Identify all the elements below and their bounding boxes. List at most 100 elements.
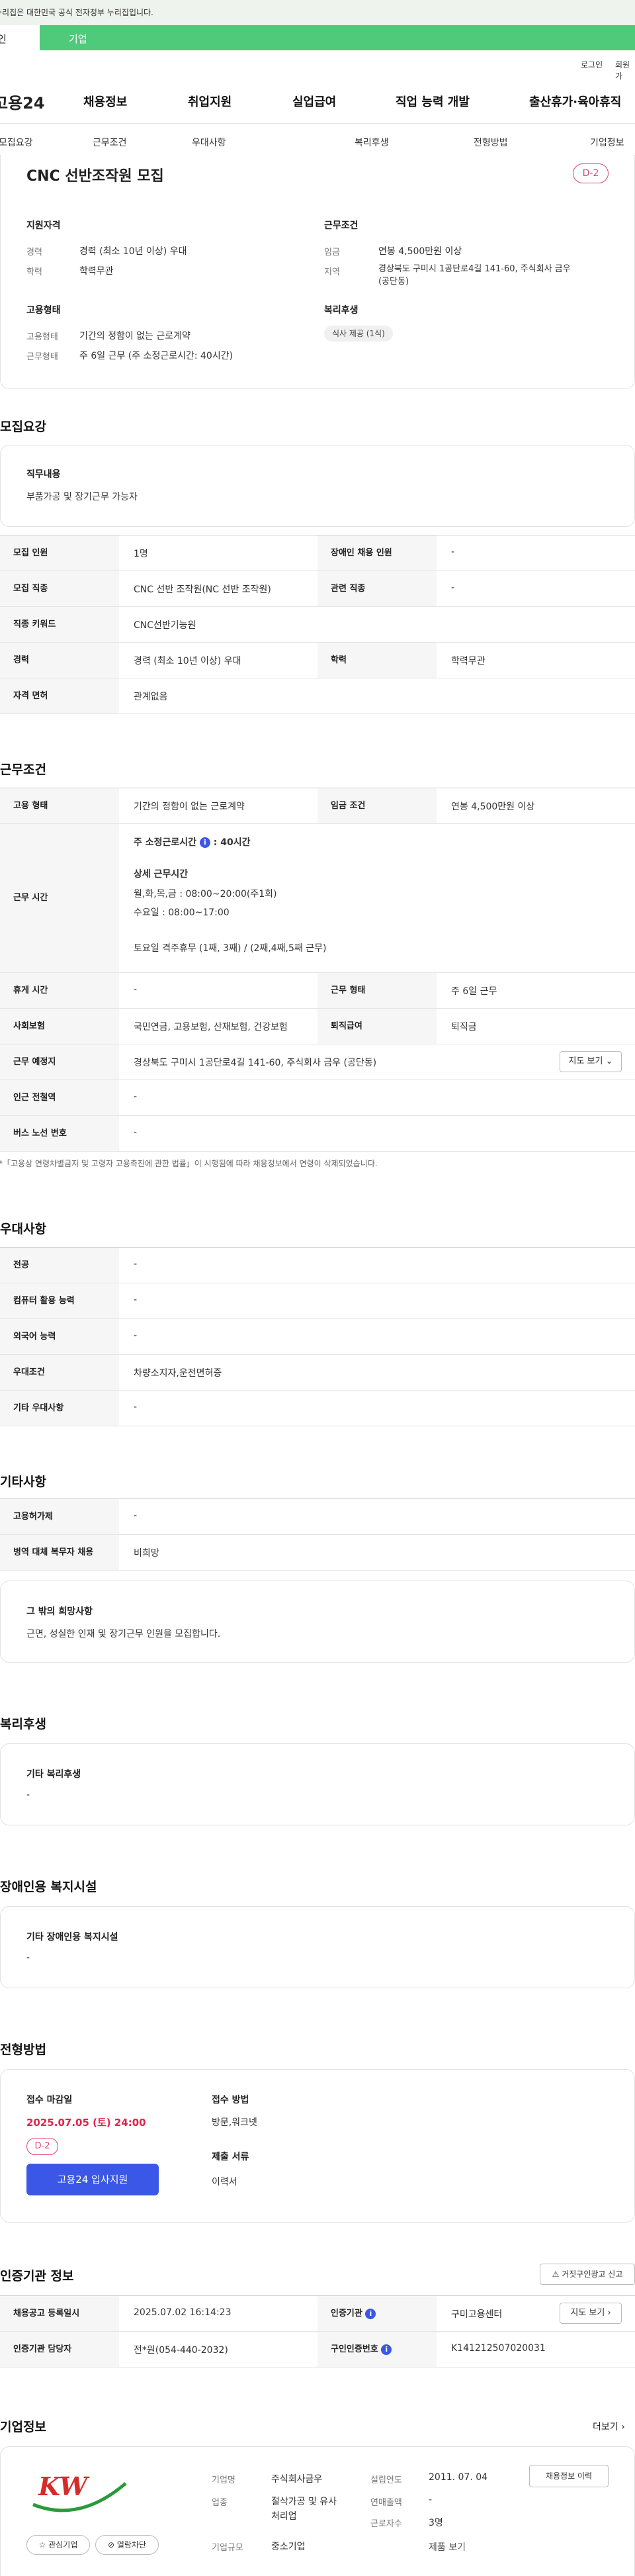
work-form-value: 주 6일 근무 (주 소정근로시간: 40시간)	[79, 351, 233, 361]
lang-label: 외국어 능력	[0, 1319, 119, 1354]
selection-dday-badge: D-2	[26, 2138, 58, 2155]
wish-heading: 그 밖의 희망사항	[26, 1606, 93, 1617]
form-value: 주 6일 근무	[451, 986, 497, 997]
gnb-parental-leave[interactable]: 출산휴가·육아휴직	[529, 93, 621, 110]
major-label: 전공	[0, 1248, 119, 1283]
method-value: 방문,워크넷	[212, 2117, 257, 2128]
products-link[interactable]: 제품 보기	[429, 2540, 466, 2553]
interest-button[interactable]: ☆ 관심기업	[26, 2535, 90, 2555]
report-button[interactable]: ⚠ 거짓구인광고 신고	[540, 2264, 635, 2285]
row-line	[0, 1151, 635, 1152]
emp-type-label: 고용형태	[26, 332, 58, 342]
keyword-label: 직종 키워드	[0, 607, 119, 642]
deadline-value: 2025.07.05 (토) 24:00	[26, 2117, 146, 2129]
welfare-heading: 복리후생	[324, 305, 359, 316]
license-value: 관계없음	[134, 692, 168, 702]
row-line	[0, 1570, 635, 1571]
tab-business[interactable]: 기업	[40, 25, 635, 50]
form-label: 근무 형태	[318, 973, 437, 1008]
gov-banner: 누리집은 대한민국 공식 전자정부 누리집입니다.	[0, 0, 635, 25]
tab-individual[interactable]: 인	[0, 25, 40, 50]
anchor-preferences[interactable]: 우대사항	[192, 136, 226, 149]
qualification-heading: 지원자격	[26, 220, 61, 231]
site-logo[interactable]: 고용24	[0, 90, 45, 113]
company-name-value: 주식회사금우	[271, 2474, 323, 2485]
facility-section-title: 장애인용 복지시설	[0, 1880, 97, 1894]
duty-card	[0, 445, 635, 527]
gnb-vocational-training[interactable]: 직업 능력 개발	[396, 93, 470, 110]
block-button[interactable]: ⊘ 열람차단	[95, 2535, 159, 2555]
company-more-link[interactable]: 더보기 ›	[593, 2420, 625, 2433]
job-label: 모집 직종	[0, 571, 119, 606]
selection-section-title: 전형방법	[0, 2043, 46, 2057]
recruit-career-value: 경력 (최소 10년 이상) 우대	[134, 656, 241, 667]
login-link[interactable]: 로그인	[581, 59, 603, 70]
industry-label: 업종	[212, 2498, 228, 2508]
welfare-section-title: 복리후생	[0, 1717, 46, 1731]
military-label: 병역 대체 복무자 채용	[0, 1535, 119, 1570]
gnb-jobs[interactable]: 채용정보	[83, 93, 127, 110]
pc-label: 컴퓨터 활용 능력	[0, 1283, 119, 1318]
insurance-value: 국민연금, 고용보험, 산재보험, 건강보험	[134, 1022, 288, 1033]
info-icon[interactable]: i	[381, 2344, 392, 2355]
job-value: CNC 선반 조작원(NC 선반 조작원)	[134, 584, 271, 595]
employees-label: 근로자수	[370, 2519, 402, 2529]
bus-value: -	[134, 1127, 138, 1138]
info-icon[interactable]: i	[199, 837, 210, 848]
cond-value: 차량소지자,운전면허증	[134, 1368, 222, 1379]
insurance-label: 사회보험	[0, 1009, 119, 1044]
conditions-heading: 근무조건	[324, 220, 359, 231]
block-icon: ⊘	[107, 2540, 115, 2550]
selection-card	[0, 2069, 635, 2223]
count-value: 1명	[134, 549, 148, 559]
row-line	[0, 2367, 635, 2368]
company-section-title: 기업정보	[0, 2420, 46, 2434]
etc-label: 기타 우대사항	[0, 1391, 119, 1426]
hours-detail-2: 수요일 : 08:00~17:00	[134, 907, 230, 918]
anchor-conditions[interactable]: 근무조건	[93, 136, 127, 149]
report-button-label: 거짓구인광고 신고	[562, 2270, 623, 2279]
cond-label: 우대조건	[0, 1355, 119, 1390]
company-name-label: 기업명	[212, 2475, 235, 2485]
pc-value: -	[134, 1295, 138, 1305]
work-form-label: 근무형태	[26, 352, 58, 362]
company-logo-text: KW	[38, 2471, 90, 2501]
hours-detail-1: 월,화,목,금 : 08:00~20:00(주1회)	[134, 889, 277, 899]
dday-badge: D-2	[573, 163, 609, 183]
row-line	[0, 713, 635, 714]
recruit-career-label: 경력	[0, 643, 119, 678]
gnb-unemployment-benefit[interactable]: 실업급여	[292, 93, 336, 110]
map-button-label: 지도 보기	[568, 1056, 603, 1066]
map-button[interactable]: 지도 보기 ⌄	[560, 1051, 622, 1072]
welfare-card-value: -	[26, 1790, 30, 1800]
severance-label: 퇴직급여	[318, 1009, 437, 1044]
severance-value: 퇴직금	[451, 1022, 477, 1033]
anchor-selection[interactable]: 전형방법	[474, 136, 508, 149]
related-value: -	[451, 582, 455, 593]
duty-heading: 직무내용	[26, 469, 61, 480]
edu-value: 학력무관	[79, 266, 114, 277]
cert-section-title: 인증기관 정보	[0, 2269, 74, 2283]
industry-value: 절삭가공 및 유사	[271, 2497, 337, 2507]
num-label: 구인인증번호 i	[318, 2332, 437, 2367]
edu-label: 학력	[26, 267, 42, 277]
org-map-button[interactable]: 지도 보기 ›	[560, 2303, 622, 2324]
industry-value-2: 처리업	[271, 2511, 297, 2522]
anchor-welfare[interactable]: 복리후생	[355, 136, 389, 149]
signup-link[interactable]: 회원가	[615, 59, 635, 81]
history-button[interactable]: 채용정보 이력	[529, 2465, 609, 2487]
military-value: 비희망	[134, 1548, 159, 1559]
anchor-company[interactable]: 기업정보	[590, 136, 624, 149]
hours-label: 근무 시간	[0, 824, 119, 972]
anchor-recruit[interactable]: 모집요강	[0, 136, 33, 149]
founded-value: 2011. 07. 04	[429, 2472, 488, 2483]
apply-button[interactable]: 고용24 입사지원	[26, 2164, 159, 2195]
welfare-card	[0, 1743, 635, 1825]
size-value: 중소기업	[271, 2542, 306, 2552]
wage-label: 임금	[324, 248, 340, 257]
info-icon[interactable]: i	[365, 2308, 376, 2319]
wish-card	[0, 1581, 635, 1663]
gnb-divider	[0, 123, 635, 124]
gnb-employment-support[interactable]: 취업지원	[188, 93, 232, 110]
manager-value: 전*원(054-440-2032)	[134, 2345, 228, 2356]
